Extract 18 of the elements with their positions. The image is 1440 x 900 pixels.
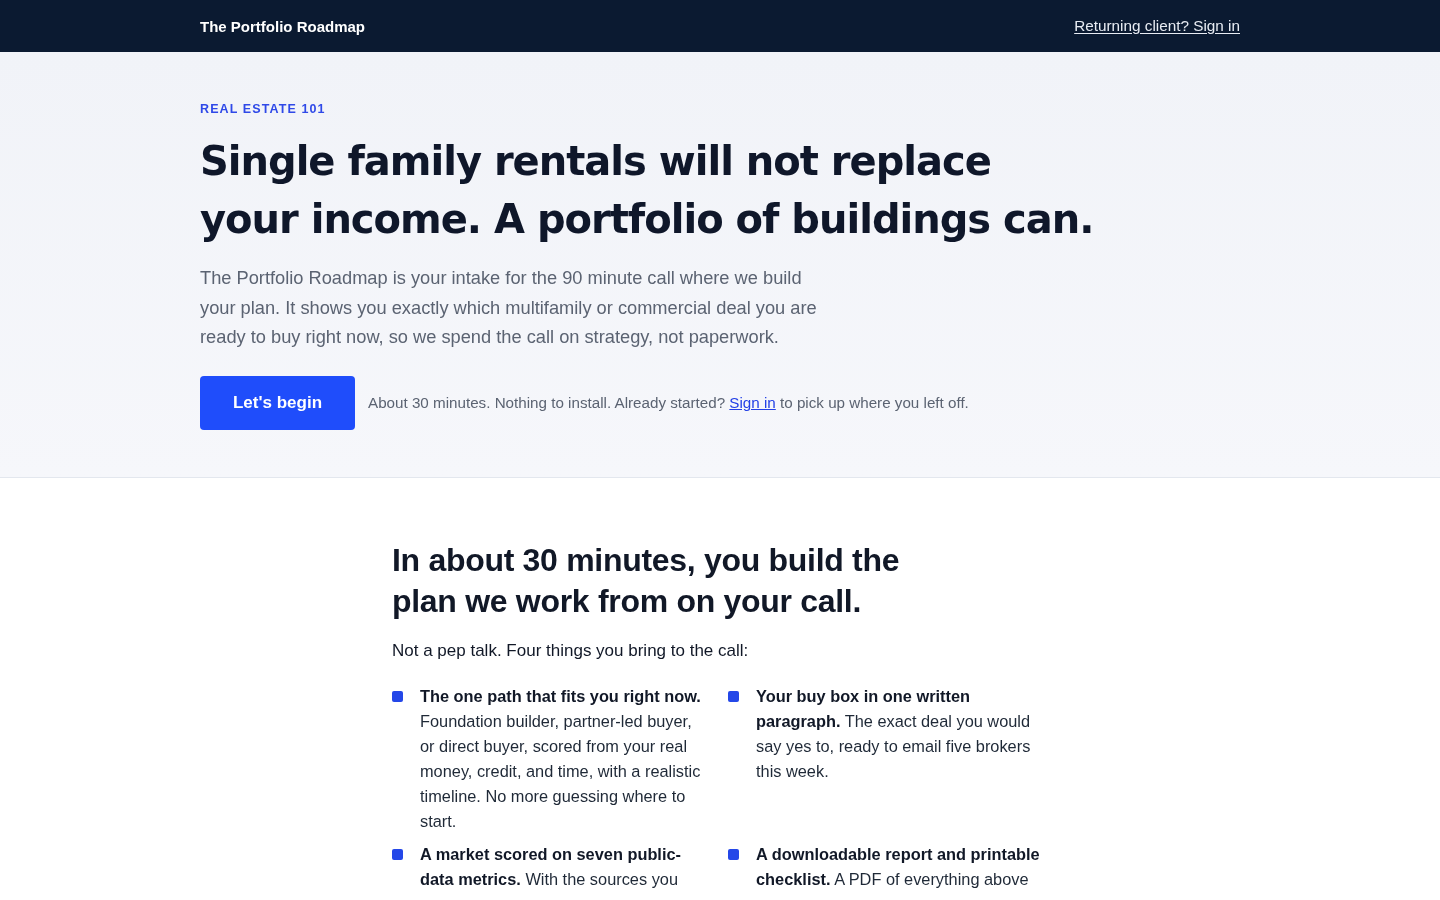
- cta-note: About 30 minutes. Nothing to install. Already started? Sign in to pick up where you left off.: [368, 394, 969, 411]
- begin-button[interactable]: Let's begin: [200, 375, 355, 430]
- section-lead: Not a pep talk. Four things you bring to the call:: [392, 639, 750, 662]
- sign-in-link[interactable]: Returning client? Sign in: [1074, 17, 1240, 35]
- bullet-icon: [728, 848, 739, 860]
- outcome-text: Your buy box in one written paragraph. The exact deal you would say yes to, ready to email five brokers this week.: [756, 685, 1032, 782]
- outcome-text: A market scored on seven public-data metrics. With the sources you: [420, 843, 682, 890]
- bullet-icon: [392, 848, 403, 860]
- bullet-icon: [728, 690, 739, 702]
- bullet-icon: [392, 690, 403, 702]
- hero-intro: The Portfolio Roadmap is your intake for the 90 minute call where we build your plan. It shows you exactly which multifamily or commercial deal you are ready to buy right now, so we spend the call on strategy, not paperwork.: [200, 266, 818, 349]
- hero-heading: Single family rentals will not replace your income. A portfolio of buildings can.: [200, 137, 1095, 244]
- outcome-text: The one path that fits you right now. Foundation builder, partner-led buyer, or direct buyer, scored from your real money, credit, and time, with a realistic timeline. No more guessing where to start.: [420, 685, 702, 832]
- sign-in-link[interactable]: Sign in: [729, 394, 776, 411]
- section-heading: In about 30 minutes, you build the plan we work from on your call.: [392, 540, 901, 621]
- eyebrow-label: REAL ESTATE 101: [200, 101, 326, 117]
- brand-name: The Portfolio Roadmap: [200, 17, 365, 35]
- outcome-text: A downloadable report and printable checklist. A PDF of everything above: [756, 843, 1041, 890]
